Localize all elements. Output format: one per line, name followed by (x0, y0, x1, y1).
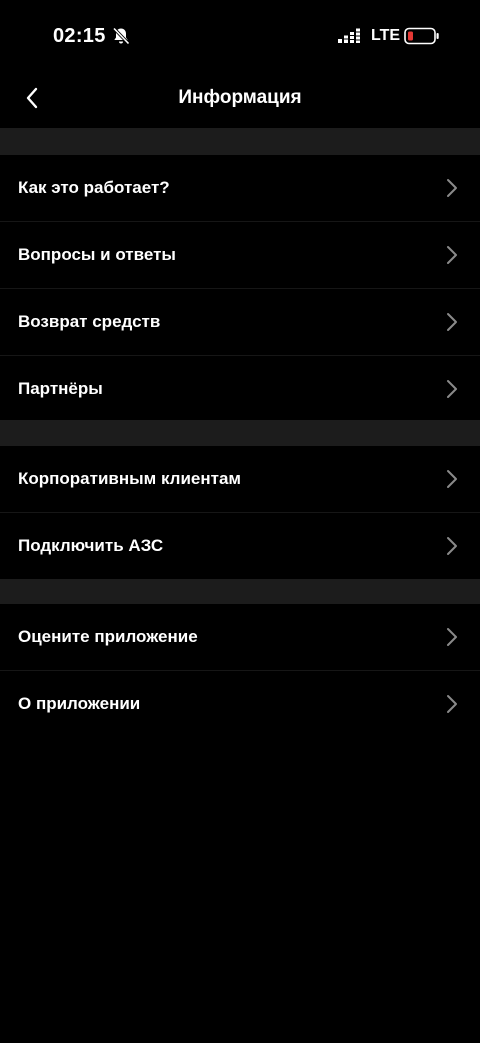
chevron-right-icon (446, 536, 458, 556)
menu-item-label: Как это работает? (18, 178, 170, 197)
section-divider (0, 579, 480, 604)
menu-item-label: О приложении (18, 694, 141, 713)
chevron-right-icon (446, 379, 458, 399)
chevron-right-icon (446, 245, 458, 265)
menu-item-label: Корпоративным клиентам (18, 469, 241, 488)
status-bar: 02:15 LTE (0, 0, 480, 72)
menu-item-label: Оцените приложение (18, 627, 198, 646)
signal-icon (338, 28, 362, 44)
app-section: Оцените приложение О приложении (0, 604, 480, 737)
menu-item-label: Возврат средств (18, 312, 161, 331)
menu-item-corporate-clients[interactable]: Корпоративным клиентам (0, 446, 480, 513)
menu-item-label: Партнёры (18, 379, 103, 398)
menu-item-how-it-works[interactable]: Как это работает? (0, 155, 480, 222)
section-divider (0, 420, 480, 446)
chevron-right-icon (446, 178, 458, 198)
status-time: 02:15 (53, 25, 106, 47)
menu-item-rate-app[interactable]: Оцените приложение (0, 604, 480, 671)
section-divider (0, 128, 480, 155)
bell-off-icon (111, 26, 131, 46)
menu-item-label: Вопросы и ответы (18, 245, 176, 264)
business-section: Корпоративным клиентам Подключить АЗС (0, 446, 480, 579)
network-type-label: LTE (371, 27, 401, 44)
chevron-right-icon (446, 694, 458, 714)
menu-item-about-app[interactable]: О приложении (0, 671, 480, 737)
chevron-right-icon (446, 627, 458, 647)
chevron-right-icon (446, 469, 458, 489)
page-title: Информация (178, 87, 302, 108)
menu-item-label: Подключить АЗС (18, 536, 164, 555)
header: Информация (0, 72, 480, 128)
menu-item-partners[interactable]: Партнёры (0, 356, 480, 422)
menu-item-refunds[interactable]: Возврат средств (0, 289, 480, 356)
battery-low-icon (404, 27, 440, 45)
info-section: Как это работает? Вопросы и ответы Возвр… (0, 155, 480, 422)
chevron-right-icon (446, 312, 458, 332)
menu-item-faq[interactable]: Вопросы и ответы (0, 222, 480, 289)
menu-item-connect-station[interactable]: Подключить АЗС (0, 513, 480, 579)
